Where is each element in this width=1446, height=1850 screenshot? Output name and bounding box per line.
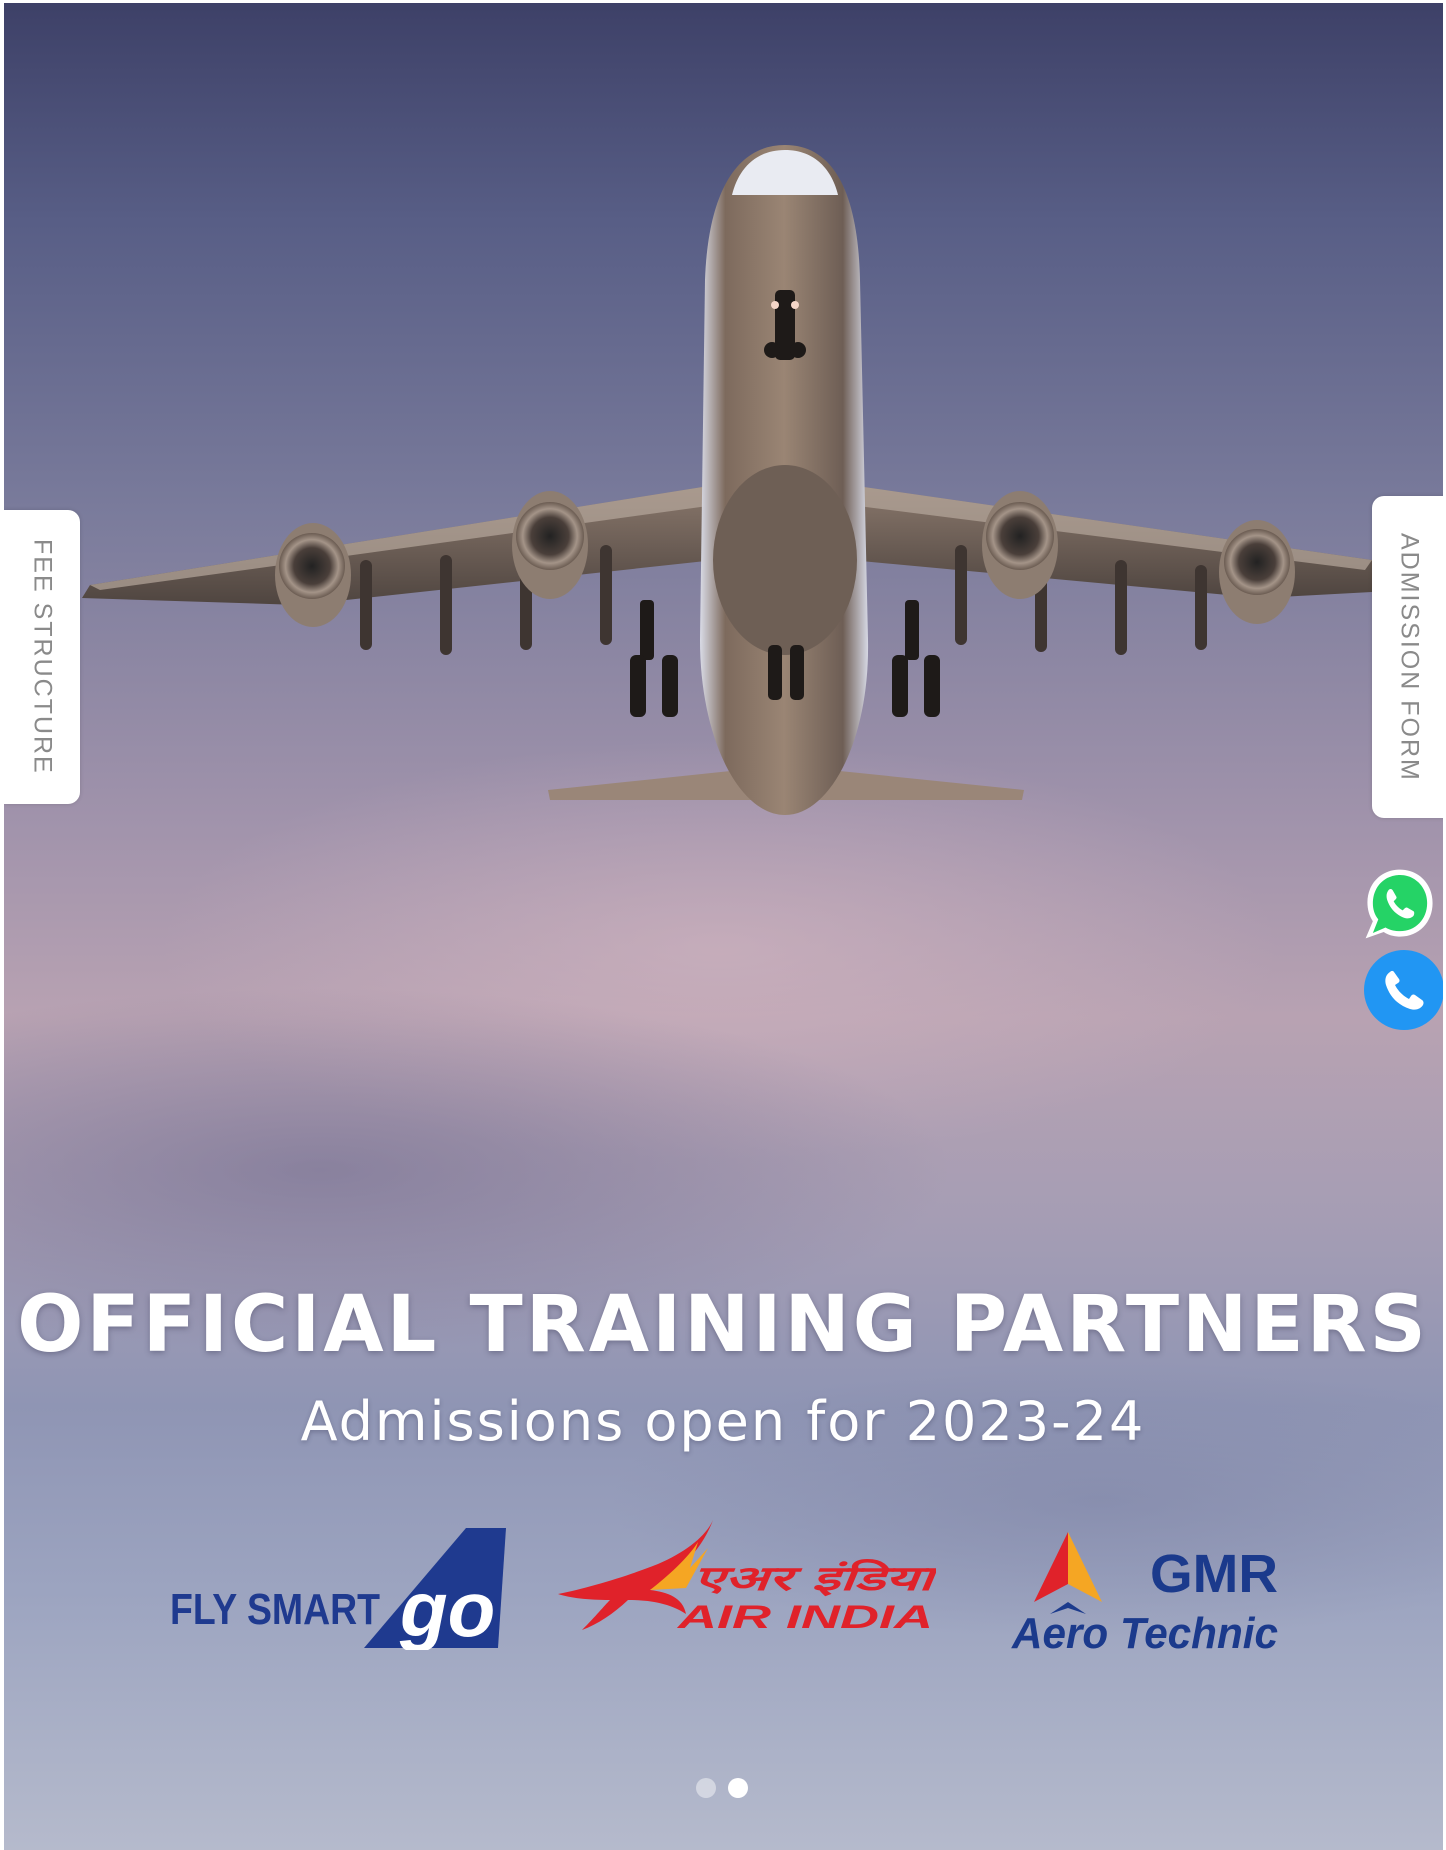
admission-form-label: ADMISSION FORM: [1395, 532, 1424, 782]
admission-form-tab[interactable]: ADMISSION FORM: [1372, 496, 1446, 818]
fee-structure-tab[interactable]: FEE STRUCTURE: [4, 510, 80, 804]
gmr-brand-text: GMR: [1150, 1544, 1278, 1604]
phone-call-button[interactable]: [1364, 950, 1444, 1030]
go-fly-smart-logo: FLY SMART go: [170, 1528, 506, 1650]
gmr-aero-technic-logo: GMR Aero Technic: [1011, 1532, 1278, 1654]
carousel-pagination: [696, 1778, 748, 1798]
air-india-hindi-text: एअर इंडिया: [693, 1558, 936, 1599]
carousel-dot-1[interactable]: [696, 1778, 716, 1798]
phone-icon: [1385, 970, 1424, 1010]
hero-headline: OFFICIAL TRAINING PARTNERS: [17, 1280, 1429, 1370]
go-fly-smart-text: FLY SMART: [170, 1585, 380, 1634]
fee-structure-label: FEE STRUCTURE: [28, 539, 57, 775]
hero-slider: FEE STRUCTURE ADMISSION FORM OFFICIAL TR…: [0, 0, 1446, 1850]
gmr-sub-text: Aero Technic: [1011, 1609, 1278, 1654]
air-india-english-text: AIR INDIA: [676, 1599, 933, 1635]
go-brand-text: go: [399, 1565, 495, 1650]
whatsapp-button[interactable]: [1362, 866, 1438, 942]
whatsapp-icon: [1365, 869, 1433, 939]
carousel-dot-2[interactable]: [728, 1778, 748, 1798]
air-india-logo: एअर इंडिया AIR INDIA: [558, 1520, 936, 1635]
hero-subline: Admissions open for 2023-24: [300, 1390, 1146, 1453]
airplane-image: [82, 145, 1372, 815]
